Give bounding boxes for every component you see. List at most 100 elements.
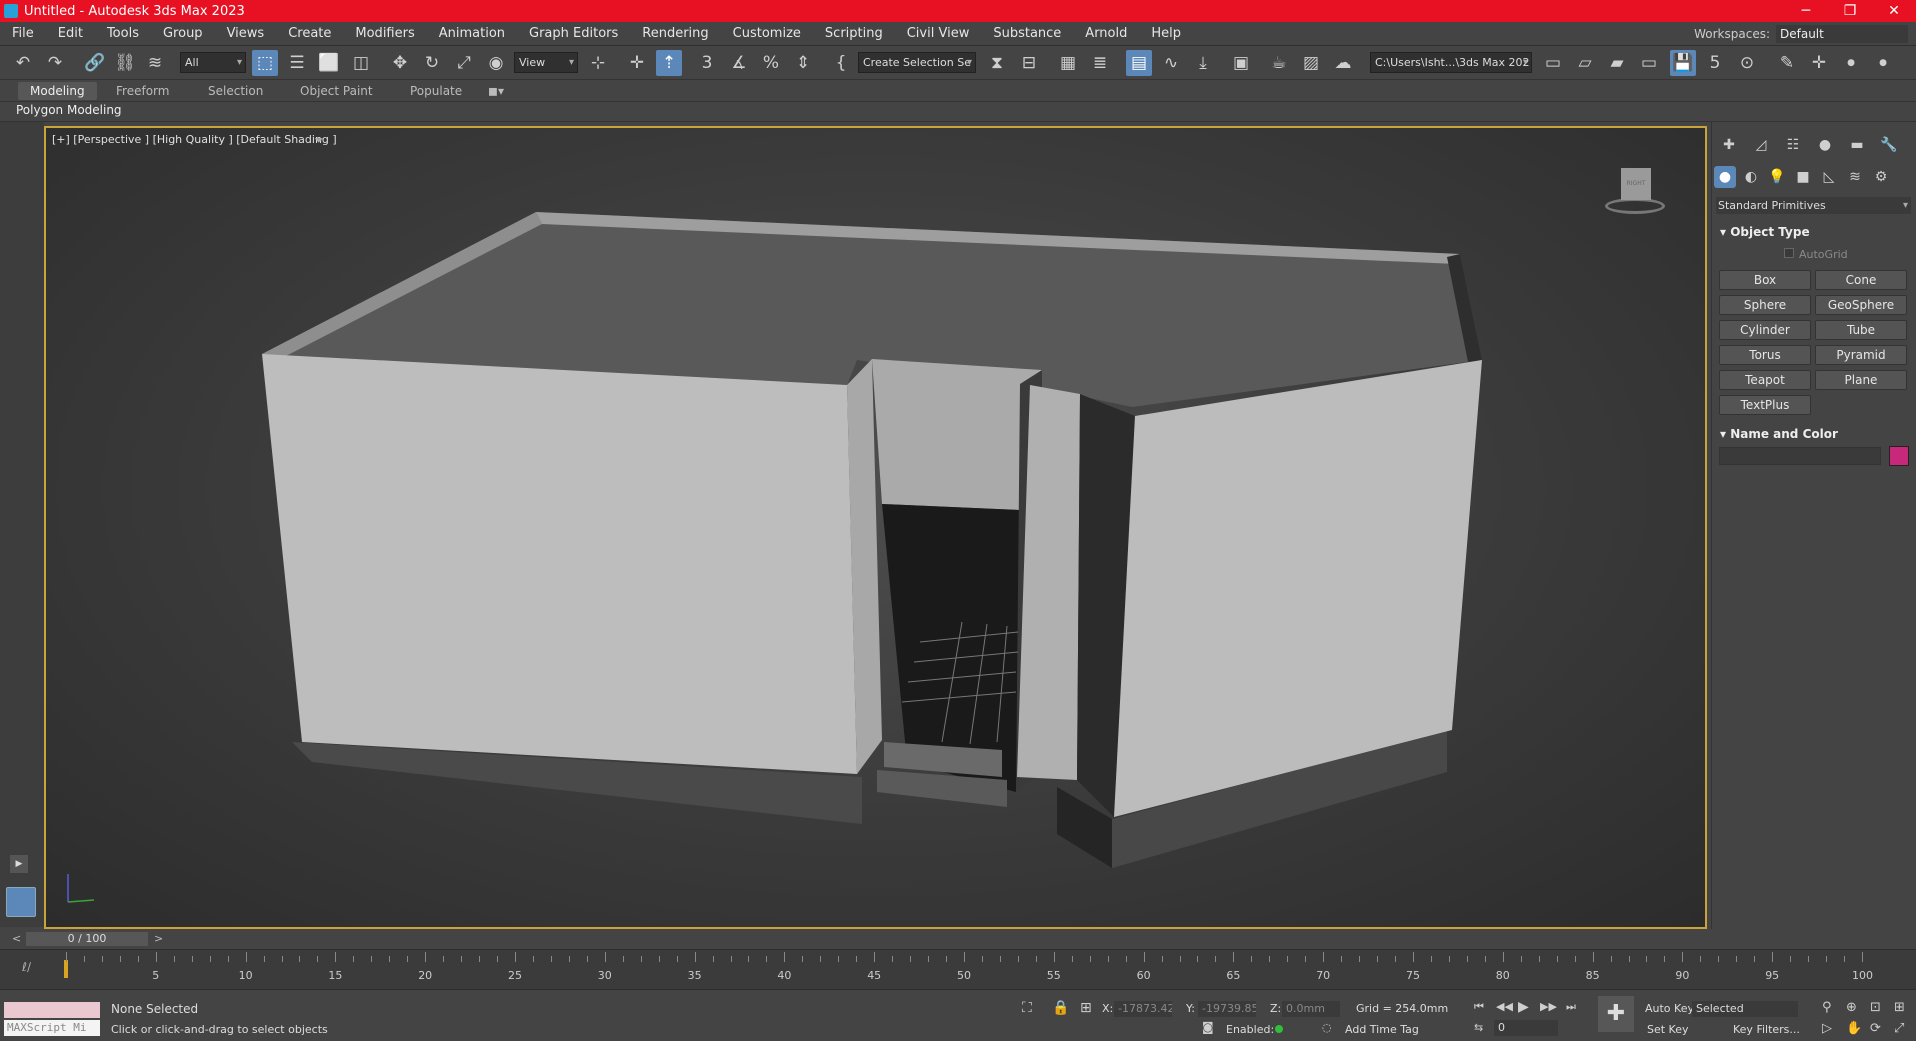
viewport-layout-tab-icon[interactable] [6,887,36,917]
project-folder-dropdown[interactable]: C:\Users\Isht...\3ds Max 202 [1370,52,1532,73]
perspective-viewport[interactable]: [+] [Perspective ] [High Quality ] [Defa… [44,126,1707,929]
object-category-dropdown[interactable]: Standard Primitives ▾ [1716,197,1911,214]
selection-filter-dropdown[interactable]: All [180,52,246,73]
rendered-frame-window-icon[interactable]: ▨ [1298,50,1324,76]
expand-layout-icon[interactable]: ▶ [10,855,28,873]
scale-icon[interactable]: ⤢ [451,50,477,76]
z-coordinate-field[interactable]: 0.0mm [1282,1001,1340,1017]
viewcube[interactable]: RIGHT [1595,158,1675,224]
menu-group[interactable]: Group [151,26,215,41]
reference-coordinate-dropdown[interactable]: View [514,52,578,73]
geosphere-button[interactable]: GeoSphere [1815,295,1907,315]
material-editor-icon[interactable]: ▣ [1228,50,1254,76]
menu-help[interactable]: Help [1139,26,1193,41]
tube-button[interactable]: Tube [1815,320,1907,340]
pivot-center-icon[interactable]: ⊹ [585,50,611,76]
menu-file[interactable]: File [0,26,46,41]
auto-key-button[interactable]: Auto Key [1645,1002,1694,1015]
ribbon-toggle-icon[interactable]: ▤ [1126,50,1152,76]
menu-civil-view[interactable]: Civil View [895,26,982,41]
close-button[interactable]: ✕ [1872,3,1916,19]
viewcube-face[interactable]: RIGHT [1621,168,1651,200]
menu-edit[interactable]: Edit [46,26,95,41]
pyramid-button[interactable]: Pyramid [1815,345,1907,365]
key-mode-dropdown[interactable]: Selected [1692,1001,1798,1017]
viewcube-ring[interactable] [1605,198,1665,214]
cameras-icon[interactable]: ■ [1792,166,1814,188]
save-file-icon[interactable]: 💾 [1670,50,1696,76]
add-time-tag[interactable]: Add Time Tag [1345,1023,1419,1036]
bind-space-warp-icon[interactable]: ≋ [142,50,168,76]
space-warps-icon[interactable]: ≋ [1844,166,1866,188]
tab-populate[interactable]: Populate [410,82,462,100]
menu-substance[interactable]: Substance [981,26,1073,41]
maxscript-listener-input[interactable] [4,1002,100,1018]
motion-tab-icon[interactable]: ● [1814,134,1836,156]
ribbon-options-icon[interactable]: ◼▾ [488,82,504,100]
goto-start-icon[interactable]: ⏮ [1474,1000,1484,1014]
menu-views[interactable]: Views [215,26,277,41]
teapot-button[interactable]: Teapot [1719,370,1811,390]
time-prev-button[interactable]: < [12,932,21,945]
move-icon[interactable]: ✥ [387,50,413,76]
menu-rendering[interactable]: Rendering [630,26,720,41]
name-and-color-rollout[interactable]: ▾ Name and Color [1720,427,1838,441]
zoom-icon[interactable]: ⚲ [1822,1000,1832,1015]
pan-icon[interactable]: ✋ [1846,1021,1862,1036]
set-key-button[interactable]: Set Key [1647,1023,1689,1036]
y-coordinate-field[interactable]: -19739.85 [1198,1001,1256,1017]
edit-named-selection-icon[interactable]: { [828,50,854,76]
layer-explorer-icon[interactable]: ≣ [1087,50,1113,76]
select-manipulate-icon[interactable]: ✛ [624,50,650,76]
spinner-snap-toggle-icon[interactable]: 5 [1702,50,1728,76]
menu-scripting[interactable]: Scripting [813,26,895,41]
cone-button[interactable]: Cone [1815,270,1907,290]
redo-icon[interactable]: ↷ [42,50,68,76]
rotate-icon[interactable]: ↻ [419,50,445,76]
object-type-rollout[interactable]: ▾ Object Type [1720,225,1810,239]
zoom-all-icon[interactable]: ⊕ [1846,1000,1857,1015]
building-model[interactable] [46,128,1705,927]
utilities-tab-icon[interactable]: 🔧 [1878,134,1900,156]
modify-tab-icon[interactable]: ◿ [1750,134,1772,156]
create-tab-icon[interactable]: ✚ [1718,134,1740,156]
dot-icon-2[interactable]: ● [1870,50,1896,76]
minimize-button[interactable]: ─ [1784,3,1828,19]
play-icon[interactable]: ▶ [1518,999,1529,1015]
window-crossing-icon[interactable]: ◫ [348,50,374,76]
object-name-input[interactable] [1719,447,1881,465]
time-tag-icon[interactable]: ◌ [1322,1021,1332,1034]
render-production-icon[interactable]: ☁ [1330,50,1356,76]
undo-icon[interactable]: ↶ [10,50,36,76]
save-as-icon[interactable]: ▭ [1636,50,1662,76]
edit-tool-icon[interactable]: ✎ [1774,50,1800,76]
named-selection-set-dropdown[interactable]: Create Selection Se [858,52,976,73]
workspace-dropdown[interactable]: Default [1776,24,1908,43]
zoom-extents-icon[interactable]: ⊡ [1870,1000,1881,1015]
lights-icon[interactable]: 💡 [1766,166,1788,188]
object-color-swatch[interactable] [1889,446,1909,466]
schematic-view-icon[interactable]: ⤓ [1190,50,1216,76]
field-of-view-icon[interactable]: ▷ [1822,1021,1832,1036]
lock-selection-icon[interactable]: 🔒 [1052,1000,1069,1016]
plane-button[interactable]: Plane [1815,370,1907,390]
select-by-name-icon[interactable]: ☰ [284,50,310,76]
dot-icon[interactable]: ● [1838,50,1864,76]
menu-animation[interactable]: Animation [427,26,517,41]
maximize-viewport-icon[interactable]: ⤢ [1894,1021,1904,1036]
x-coordinate-field[interactable]: -17873.42 [1114,1001,1172,1017]
isolate-icon[interactable]: ⛶ [1022,1000,1032,1016]
menu-arnold[interactable]: Arnold [1073,26,1139,41]
next-frame-icon[interactable]: ▶▶ [1540,1000,1557,1013]
menu-tools[interactable]: Tools [95,26,151,41]
tab-selection[interactable]: Selection [208,82,263,100]
box-button[interactable]: Box [1719,270,1811,290]
placement-icon[interactable]: ◉ [483,50,509,76]
ribbon-panel-label[interactable]: Polygon Modeling [16,103,122,117]
menu-customize[interactable]: Customize [721,26,813,41]
render-setup-icon[interactable]: ☕ [1266,50,1292,76]
systems-icon[interactable]: ⚙ [1870,166,1892,188]
goto-end-icon[interactable]: ⏭ [1566,1000,1576,1014]
key-mode-toggle-icon[interactable]: ⇆ [1474,1021,1483,1034]
display-tab-icon[interactable]: ▬ [1846,134,1868,156]
